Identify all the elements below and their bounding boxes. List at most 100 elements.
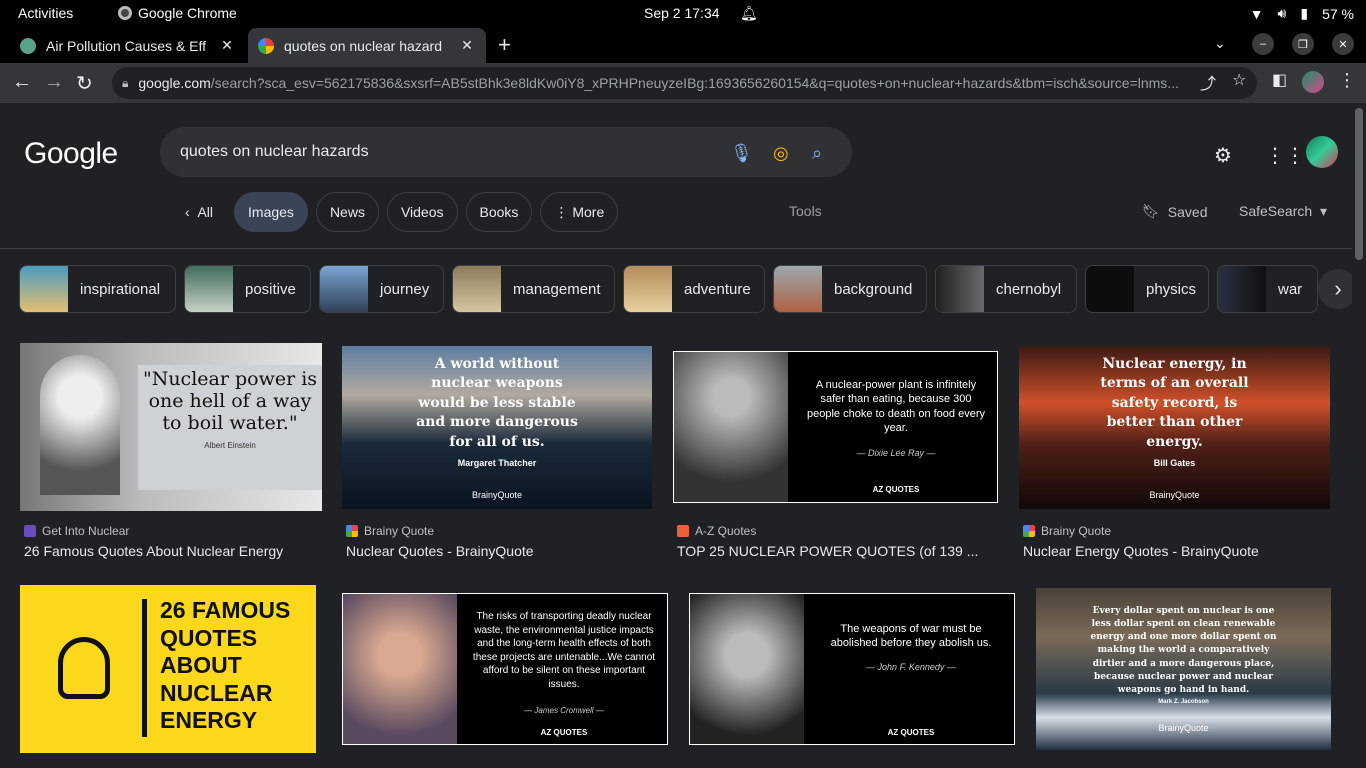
tab-all[interactable]: ‹ All	[172, 192, 226, 232]
tab-videos[interactable]: Videos	[386, 192, 458, 232]
battery-icon: ▮	[1300, 5, 1309, 21]
header-divider	[0, 248, 1352, 249]
result-title[interactable]: Nuclear Energy Quotes - BrainyQuote	[1023, 543, 1259, 559]
saved-button[interactable]: 🔖︎ Saved	[1142, 203, 1207, 220]
result-title[interactable]: TOP 25 NUCLEAR POWER QUOTES (of 139 ...	[677, 543, 978, 559]
chip-positive[interactable]: positive	[184, 265, 311, 313]
wifi-icon: ▼	[1249, 5, 1264, 22]
result-source[interactable]: Get Into Nuclear	[24, 524, 129, 538]
account-avatar[interactable]	[1306, 136, 1338, 168]
address-bar[interactable]: 🔒︎ google.com/search?sca_esv=562175836&s…	[112, 67, 1257, 99]
close-tab-icon[interactable]: ✕	[218, 37, 236, 54]
result-thumbnail[interactable]: Every dollar spent on nuclear is one les…	[1036, 588, 1331, 750]
lightbulb-icon	[58, 637, 110, 699]
chip-background[interactable]: background	[773, 265, 927, 313]
page-scrollbar[interactable]	[1352, 103, 1366, 768]
system-status-area[interactable]: ▼ 🔊︎ ▮ 57 %	[1250, 5, 1354, 22]
lens-icon[interactable]: ◎	[773, 143, 789, 164]
source-favicon-icon	[1023, 525, 1035, 537]
gear-icon[interactable]: ⚙	[1214, 143, 1232, 168]
apps-grid-icon[interactable]: ⋮⋮	[1265, 143, 1305, 168]
volume-icon: 🔊︎	[1277, 5, 1287, 21]
google-logo[interactable]: Google	[24, 137, 118, 171]
image-result[interactable]: A nuclear-power plant is infinitely safe…	[673, 351, 998, 565]
result-thumbnail[interactable]: The weapons of war must be abolished bef…	[689, 593, 1015, 745]
image-result[interactable]: "Nuclear power is one hell of a way to b…	[20, 343, 322, 565]
result-source[interactable]: Brainy Quote	[346, 524, 434, 538]
back-arrow-icon[interactable]: ←	[12, 71, 32, 94]
chip-thumbnail	[185, 266, 233, 312]
microphone-icon[interactable]: 🎙︎	[730, 143, 753, 164]
tab-air-pollution[interactable]: Air Pollution Causes & Eff ✕	[10, 28, 246, 63]
app-menu[interactable]: Google Chrome	[118, 5, 237, 21]
kebab-menu-icon[interactable]: ⋮	[1338, 70, 1356, 91]
app-name: Google Chrome	[138, 5, 237, 21]
chip-thumbnail	[774, 266, 822, 312]
chip-thumbnail	[20, 266, 68, 312]
minimize-button[interactable]: –	[1252, 33, 1274, 55]
side-panel-icon[interactable]: ◧	[1272, 70, 1287, 90]
source-favicon-icon	[346, 525, 358, 537]
tab-images[interactable]: Images	[234, 192, 308, 232]
chip-thumbnail	[936, 266, 984, 312]
result-source[interactable]: Brainy Quote	[1023, 524, 1111, 538]
image-result[interactable]: Every dollar spent on nuclear is one les…	[1036, 588, 1331, 750]
result-thumbnail[interactable]: "Nuclear power is one hell of a way to b…	[20, 343, 322, 511]
bell-icon: 🔔︎	[740, 5, 758, 21]
close-window-button[interactable]: ✕	[1332, 33, 1354, 55]
clock[interactable]: Sep 2 17:34	[644, 5, 720, 21]
tab-search-chevron-icon[interactable]: ⌄	[1214, 35, 1226, 52]
reload-icon[interactable]: ↻	[76, 71, 93, 96]
tab-strip: Air Pollution Causes & Eff ✕ quotes on n…	[0, 27, 1366, 63]
image-result[interactable]: A world without nuclear weapons would be…	[342, 346, 652, 565]
chip-inspirational[interactable]: inspirational	[19, 265, 176, 313]
tools-button[interactable]: Tools	[789, 203, 822, 219]
chip-chernobyl[interactable]: chernobyl	[935, 265, 1077, 313]
portrait-image	[674, 352, 788, 502]
share-icon[interactable]: ⤴	[1200, 70, 1216, 94]
favicon-icon	[20, 37, 36, 54]
bookmark-star-icon[interactable]: ☆	[1232, 70, 1246, 90]
close-tab-icon[interactable]: ✕	[458, 37, 476, 54]
result-thumbnail[interactable]: A nuclear-power plant is infinitely safe…	[673, 351, 998, 503]
result-thumbnail[interactable]: The risks of transporting deadly nuclear…	[342, 593, 668, 745]
result-source[interactable]: A-Z Quotes	[677, 524, 756, 538]
restore-button[interactable]: ❐	[1292, 33, 1314, 55]
google-favicon-icon	[258, 37, 274, 54]
tab-quotes-nuclear[interactable]: quotes on nuclear hazard ✕	[248, 28, 486, 63]
result-title[interactable]: 26 Famous Quotes About Nuclear Energy	[24, 543, 283, 559]
result-thumbnail[interactable]: 26 FAMOUS QUOTES ABOUT NUCLEAR ENERGY	[20, 585, 316, 753]
chip-management[interactable]: management	[452, 265, 615, 313]
chip-war[interactable]: war	[1217, 265, 1318, 313]
chip-adventure[interactable]: adventure	[623, 265, 765, 313]
divider-line	[142, 599, 147, 737]
result-thumbnail[interactable]: Nuclear energy, in terms of an overall s…	[1019, 346, 1330, 509]
scrollbar-thumb[interactable]	[1355, 108, 1363, 260]
new-tab-button[interactable]: +	[498, 32, 511, 58]
forward-arrow-icon[interactable]: →	[44, 71, 64, 94]
image-result[interactable]: 26 FAMOUS QUOTES ABOUT NUCLEAR ENERGY	[20, 585, 316, 753]
source-favicon-icon	[24, 525, 36, 537]
tab-title: quotes on nuclear hazard	[284, 37, 442, 54]
image-result[interactable]: The risks of transporting deadly nuclear…	[342, 593, 668, 745]
safesearch-dropdown[interactable]: SafeSearch ▾	[1239, 203, 1327, 220]
activities-button[interactable]: Activities	[18, 5, 73, 21]
chip-thumbnail	[320, 266, 368, 312]
search-icon[interactable]: ⌕	[812, 143, 822, 164]
image-result[interactable]: Nuclear energy, in terms of an overall s…	[1019, 346, 1330, 565]
related-chips: inspirational positive journey managemen…	[19, 265, 1318, 313]
tab-more[interactable]: ⋮ More	[540, 192, 619, 232]
result-thumbnail[interactable]: A world without nuclear weapons would be…	[342, 346, 652, 509]
chevron-right-icon[interactable]: ›	[1318, 269, 1352, 309]
profile-avatar[interactable]	[1302, 71, 1324, 93]
tab-books[interactable]: Books	[465, 192, 533, 232]
result-title[interactable]: Nuclear Quotes - BrainyQuote	[346, 543, 534, 559]
chip-physics[interactable]: physics	[1085, 265, 1209, 313]
lock-icon[interactable]: 🔒︎	[122, 76, 128, 91]
tab-news[interactable]: News	[315, 192, 379, 232]
bookmark-icon: 🔖︎	[1142, 203, 1160, 219]
image-result[interactable]: The weapons of war must be abolished bef…	[689, 593, 1015, 745]
chip-thumbnail	[624, 266, 672, 312]
chrome-icon	[118, 6, 132, 20]
chip-journey[interactable]: journey	[319, 265, 444, 313]
